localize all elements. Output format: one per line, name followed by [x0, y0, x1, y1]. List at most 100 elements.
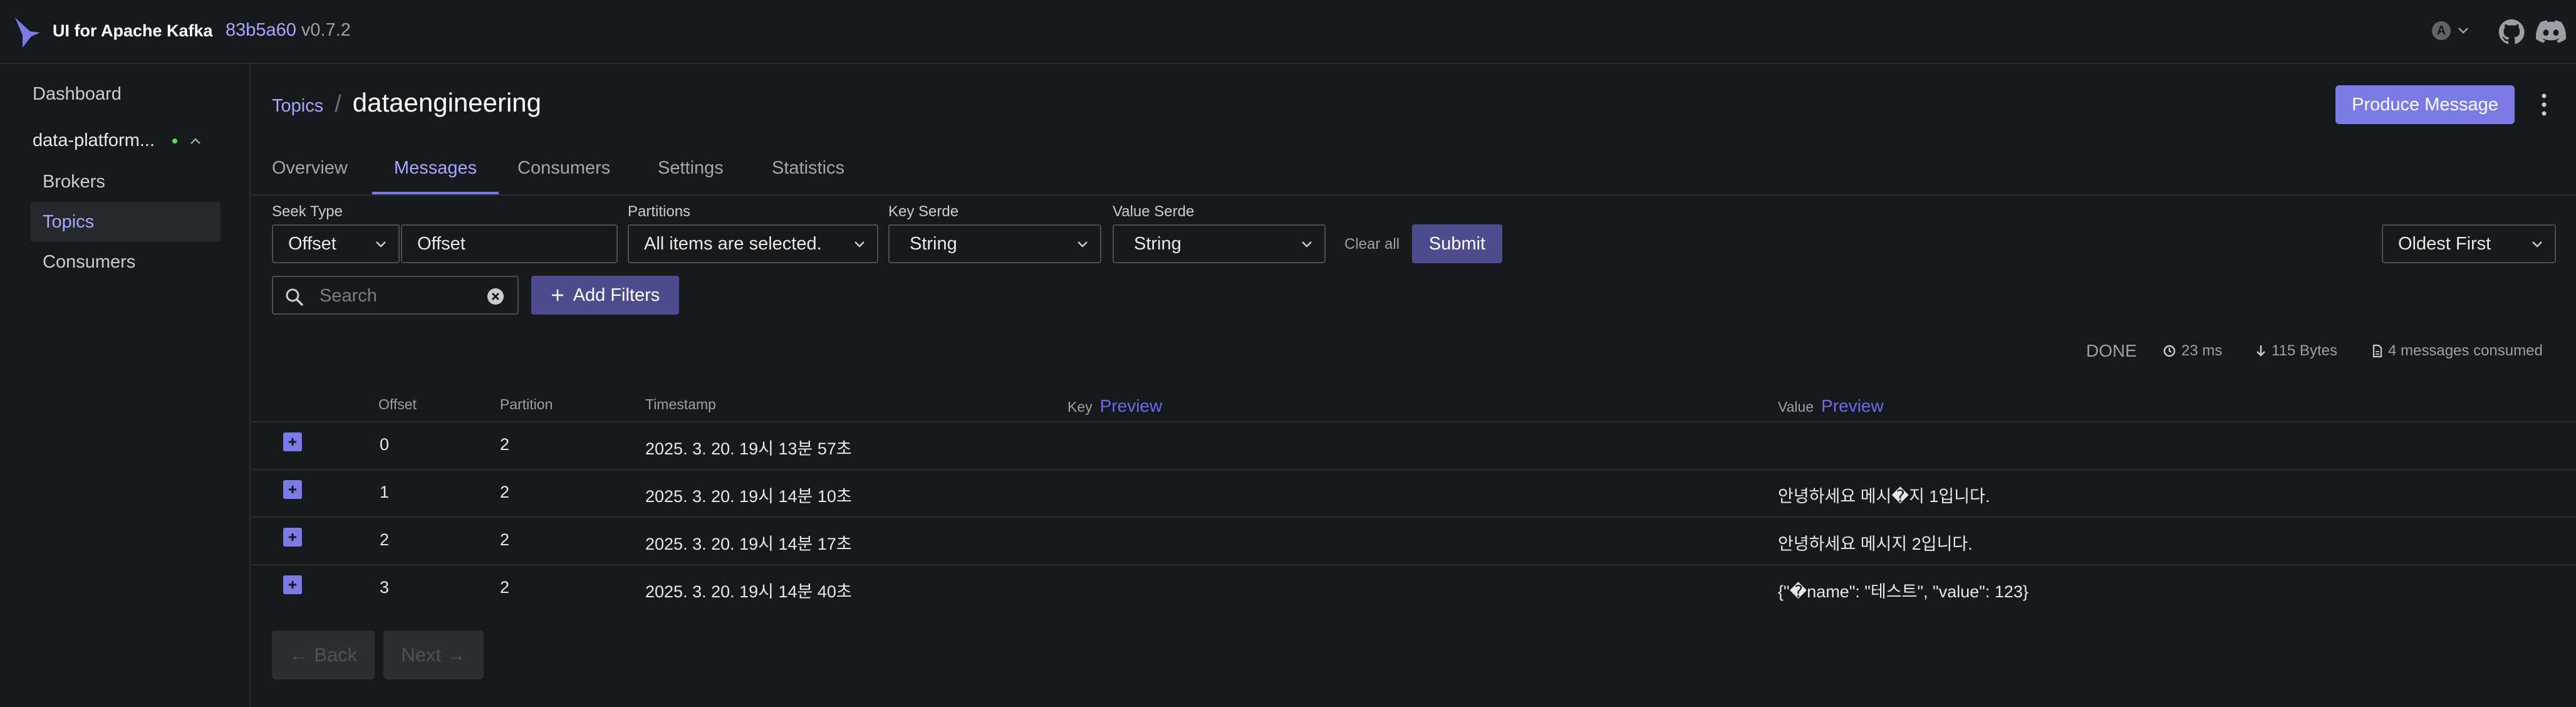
tab-settings[interactable]: Settings: [658, 150, 758, 186]
app-title[interactable]: UI for Apache Kafka: [53, 21, 213, 41]
expand-row-button[interactable]: [283, 432, 302, 451]
consume-status: DONE: [2086, 341, 2137, 360]
discord-icon[interactable]: [2536, 20, 2566, 45]
key-serde-value: String: [910, 233, 957, 254]
key-serde-select[interactable]: String: [888, 224, 1101, 263]
messages-consumed-value: 4 messages consumed: [2388, 342, 2543, 359]
clear-all-button[interactable]: Clear all: [1344, 236, 1400, 253]
column-value: Value Preview: [1778, 396, 1884, 416]
value-serde-value: String: [1134, 233, 1182, 254]
next-button[interactable]: Next →: [383, 631, 484, 679]
bytes-consumed: 115 Bytes: [2255, 342, 2337, 360]
github-icon[interactable]: [2498, 19, 2525, 45]
page-title: dataengineering: [352, 88, 542, 117]
tabs-divider: [252, 194, 2576, 196]
theme-auto-icon: A: [2432, 21, 2451, 40]
column-value-label: Value: [1778, 399, 1814, 415]
offset-input[interactable]: Offset: [401, 224, 618, 263]
back-button[interactable]: ← Back: [272, 631, 375, 679]
chevron-down-icon: [376, 241, 386, 248]
app-version: 83b5a60 v0.7.2: [226, 20, 351, 41]
sidebar-item-brokers[interactable]: Brokers: [43, 172, 105, 192]
cell-timestamp: 2025. 3. 20. 19시 13분 57초: [645, 439, 852, 458]
tab-statistics[interactable]: Statistics: [772, 150, 897, 186]
cell-partition: 2: [500, 483, 510, 501]
chevron-down-icon: [854, 241, 865, 248]
top-bar: UI for Apache Kafka 83b5a60 v0.7.2 A: [0, 0, 2576, 64]
arrow-down-icon: [2257, 345, 2265, 357]
clear-search-icon[interactable]: [486, 287, 505, 306]
offset-input-value: Offset: [417, 233, 465, 254]
cell-value: {"�name": "테스트", "value": 123}: [1778, 582, 2028, 601]
tab-messages[interactable]: Messages: [372, 150, 499, 186]
partitions-label: Partitions: [628, 203, 691, 220]
sidebar-cluster[interactable]: data-platform...: [33, 130, 221, 151]
breadcrumb-topics-link[interactable]: Topics: [272, 96, 323, 117]
seek-type-select[interactable]: Offset: [272, 224, 400, 263]
plus-icon: [289, 486, 296, 493]
elapsed-time-value: 23 ms: [2181, 342, 2223, 359]
value-serde-select[interactable]: String: [1113, 224, 1326, 263]
plus-icon: [289, 438, 296, 446]
submit-button[interactable]: Submit: [1412, 224, 1502, 263]
partitions-select[interactable]: All items are selected.: [628, 224, 878, 263]
consume-stats: DONE 23 ms 115 Bytes 4 messages consumed: [252, 341, 2556, 367]
cell-timestamp: 2025. 3. 20. 19시 14분 17초: [645, 535, 852, 553]
plus-icon: [551, 290, 563, 301]
cell-offset: 3: [380, 578, 390, 597]
cell-partition: 2: [500, 435, 510, 454]
tab-overview[interactable]: Overview: [272, 150, 372, 186]
table-row[interactable]: 2 2 2025. 3. 20. 19시 14분 17초 안녕하세요 메시지 2…: [252, 518, 2576, 565]
sidebar-item-consumers[interactable]: Consumers: [43, 252, 135, 273]
search-placeholder: Search: [319, 286, 377, 306]
sidebar-item-topics[interactable]: Topics: [43, 212, 94, 233]
produce-message-button[interactable]: Produce Message: [2335, 85, 2515, 124]
chevron-down-icon: [2458, 28, 2468, 34]
cell-timestamp: 2025. 3. 20. 19시 14분 40초: [645, 582, 852, 601]
theme-selector[interactable]: A: [2432, 21, 2470, 40]
more-options-icon[interactable]: [2540, 92, 2548, 118]
plus-icon: [289, 533, 296, 541]
plus-icon: [289, 581, 296, 589]
value-preview-link[interactable]: Preview: [1821, 396, 1884, 416]
sort-order-value: Oldest First: [2398, 233, 2491, 254]
chevron-down-icon: [2532, 241, 2542, 248]
tab-consumers[interactable]: Consumers: [517, 150, 643, 186]
cell-offset: 1: [380, 483, 390, 501]
cell-value: 안녕하세요 메시지 2입니다.: [1778, 535, 1973, 553]
search-icon: [286, 288, 303, 306]
cell-partition: 2: [500, 530, 510, 549]
bytes-consumed-value: 115 Bytes: [2272, 342, 2337, 359]
seek-type-label: Seek Type: [272, 203, 343, 220]
breadcrumb-separator: /: [335, 91, 341, 117]
table-row[interactable]: 1 2 2025. 3. 20. 19시 14분 10초 안녕하세요 메시�지 …: [252, 470, 2576, 518]
elapsed-time: 23 ms: [2163, 342, 2222, 360]
cell-timestamp: 2025. 3. 20. 19시 14분 10초: [645, 487, 852, 506]
column-key: Key Preview: [1067, 396, 1162, 416]
cluster-status-dot: [172, 138, 178, 144]
partitions-value: All items are selected.: [644, 233, 822, 254]
seek-type-value: Offset: [288, 233, 336, 254]
expand-row-button[interactable]: [283, 575, 302, 594]
table-row[interactable]: 0 2 2025. 3. 20. 19시 13분 57초: [252, 422, 2576, 470]
add-filters-button[interactable]: Add Filters: [531, 276, 679, 315]
search-input[interactable]: Search: [272, 276, 519, 315]
key-preview-link[interactable]: Preview: [1100, 396, 1163, 416]
sort-order-select[interactable]: Oldest First: [2382, 224, 2556, 263]
messages-table-header: Offset Partition Timestamp Key Preview Va…: [252, 390, 2576, 422]
sidebar-item-dashboard[interactable]: Dashboard: [33, 84, 122, 105]
cell-offset: 2: [380, 530, 390, 549]
sidebar: Dashboard data-platform... Brokers Topic…: [0, 64, 251, 707]
messages-consumed: 4 messages consumed: [2372, 342, 2543, 360]
expand-row-button[interactable]: [283, 528, 302, 547]
chevron-down-icon: [1302, 241, 1312, 248]
expand-row-button[interactable]: [283, 480, 302, 499]
chevron-down-icon: [1078, 241, 1088, 248]
chevron-up-icon: [190, 137, 200, 144]
cluster-name: data-platform...: [33, 130, 155, 150]
value-serde-label: Value Serde: [1113, 203, 1195, 220]
key-serde-label: Key Serde: [888, 203, 959, 220]
build-hash[interactable]: 83b5a60: [226, 20, 296, 40]
table-row[interactable]: 3 2 2025. 3. 20. 19시 14분 40초 {"�name": "…: [252, 565, 2576, 613]
kafka-logo-icon[interactable]: [13, 16, 43, 49]
